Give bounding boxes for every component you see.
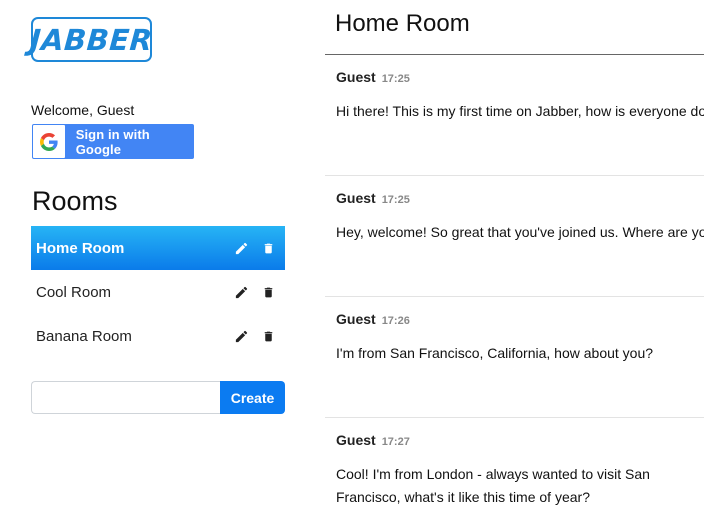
trash-icon[interactable]	[260, 284, 277, 301]
room-list: Home Room Cool Room Banana Room	[31, 226, 285, 358]
message-text: Cool! I'm from London - always wanted to…	[336, 466, 650, 505]
room-item-cool-room[interactable]: Cool Room	[31, 270, 285, 314]
trash-icon[interactable]	[260, 328, 277, 345]
jabber-logo[interactable]: JABBER	[29, 17, 154, 62]
room-item-banana-room[interactable]: Banana Room	[31, 314, 285, 358]
room-name: Banana Room	[36, 327, 132, 345]
chat-panel: Home Room Guest 17:25 Hi there! This is m…	[325, 0, 704, 526]
message: Guest 17:25 Hey, welcome! So great that y…	[325, 176, 704, 297]
room-item-home-room[interactable]: Home Room	[31, 226, 285, 270]
room-actions	[233, 314, 277, 358]
google-g-icon	[33, 125, 65, 158]
message: Guest 17:27 Cool! I'm from London - alway…	[325, 418, 704, 526]
room-actions	[233, 226, 277, 270]
message-header: Guest 17:26	[336, 311, 410, 327]
trash-icon[interactable]	[260, 240, 277, 257]
welcome-text: Welcome, Guest	[31, 102, 135, 118]
message-header: Guest 17:25	[336, 69, 410, 85]
message-time: 17:26	[381, 315, 410, 327]
message-time: 17:25	[381, 73, 410, 85]
message-text: Hey, welcome! So great that you've joine…	[336, 224, 704, 240]
logo-text: JABBER	[29, 22, 154, 57]
pencil-icon[interactable]	[233, 240, 250, 257]
message: Guest 17:25 Hi there! This is my first ti…	[325, 55, 704, 176]
message-header: Guest 17:27	[336, 432, 410, 448]
message-time: 17:27	[381, 436, 410, 448]
message-text: I'm from San Francisco, California, how …	[336, 345, 654, 361]
create-room-form: Create	[31, 381, 285, 414]
message: Guest 17:26 I'm from San Francisco, Calif…	[325, 297, 704, 418]
room-header: Home Room	[325, 0, 704, 55]
sidebar: JABBER Welcome, Guest Sign in with Googl…	[0, 0, 300, 526]
create-room-button[interactable]: Create	[220, 381, 285, 414]
message-text: Hi there! This is my first time on Jabbe…	[336, 103, 704, 119]
new-room-input[interactable]	[31, 381, 220, 414]
pencil-icon[interactable]	[233, 328, 250, 345]
message-time: 17:25	[381, 194, 410, 206]
message-author: Guest	[336, 432, 376, 448]
room-name: Home Room	[36, 239, 125, 257]
message-author: Guest	[336, 311, 376, 327]
google-signin-button[interactable]: Sign in with Google	[32, 124, 194, 159]
message-header: Guest 17:25	[336, 190, 410, 206]
message-list[interactable]: Guest 17:25 Hi there! This is my first ti…	[325, 55, 704, 526]
message-author: Guest	[336, 190, 376, 206]
pencil-icon[interactable]	[233, 284, 250, 301]
google-signin-label: Sign in with Google	[75, 126, 150, 157]
room-name: Cool Room	[36, 283, 112, 301]
rooms-heading: Rooms	[32, 186, 118, 216]
message-author: Guest	[336, 69, 376, 85]
room-actions	[233, 270, 277, 314]
room-title: Home Room	[335, 10, 470, 37]
